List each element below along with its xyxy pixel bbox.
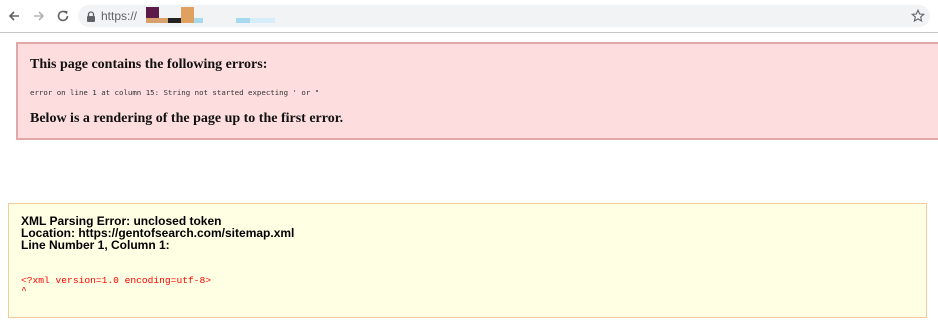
- xml-error-box: XML Parsing Error: unclosed token Locati…: [8, 203, 927, 318]
- reload-icon[interactable]: [55, 8, 71, 24]
- arrow-right-icon[interactable]: [31, 8, 47, 24]
- xml-error-header: XML Parsing Error: unclosed token Locati…: [21, 215, 294, 251]
- browser-window: https:// This page contains the followin…: [0, 0, 938, 330]
- xml-source-line: <?xml version=1.0 encoding=utf-8>: [21, 275, 211, 286]
- lock-icon: [86, 10, 98, 22]
- star-icon[interactable]: [910, 8, 926, 24]
- error-title: This page contains the following errors:: [30, 57, 268, 72]
- xml-error-caret: ^: [21, 285, 27, 296]
- address-bar[interactable]: https://: [78, 5, 930, 27]
- url-prefix: https://: [101, 9, 138, 23]
- error-detail: error on line 1 at column 15: String not…: [30, 88, 320, 97]
- xml-error-line: Line Number 1, Column 1:: [21, 238, 170, 252]
- browser-toolbar: https://: [0, 0, 938, 33]
- rendering-note: Below is a rendering of the page up to t…: [30, 111, 344, 126]
- parser-error-box: This page contains the following errors:…: [16, 42, 938, 140]
- xml-source-excerpt: <?xml version=1.0 encoding=utf-8> ^: [21, 276, 211, 296]
- redacted-url: [146, 7, 286, 25]
- arrow-left-icon[interactable]: [6, 8, 22, 24]
